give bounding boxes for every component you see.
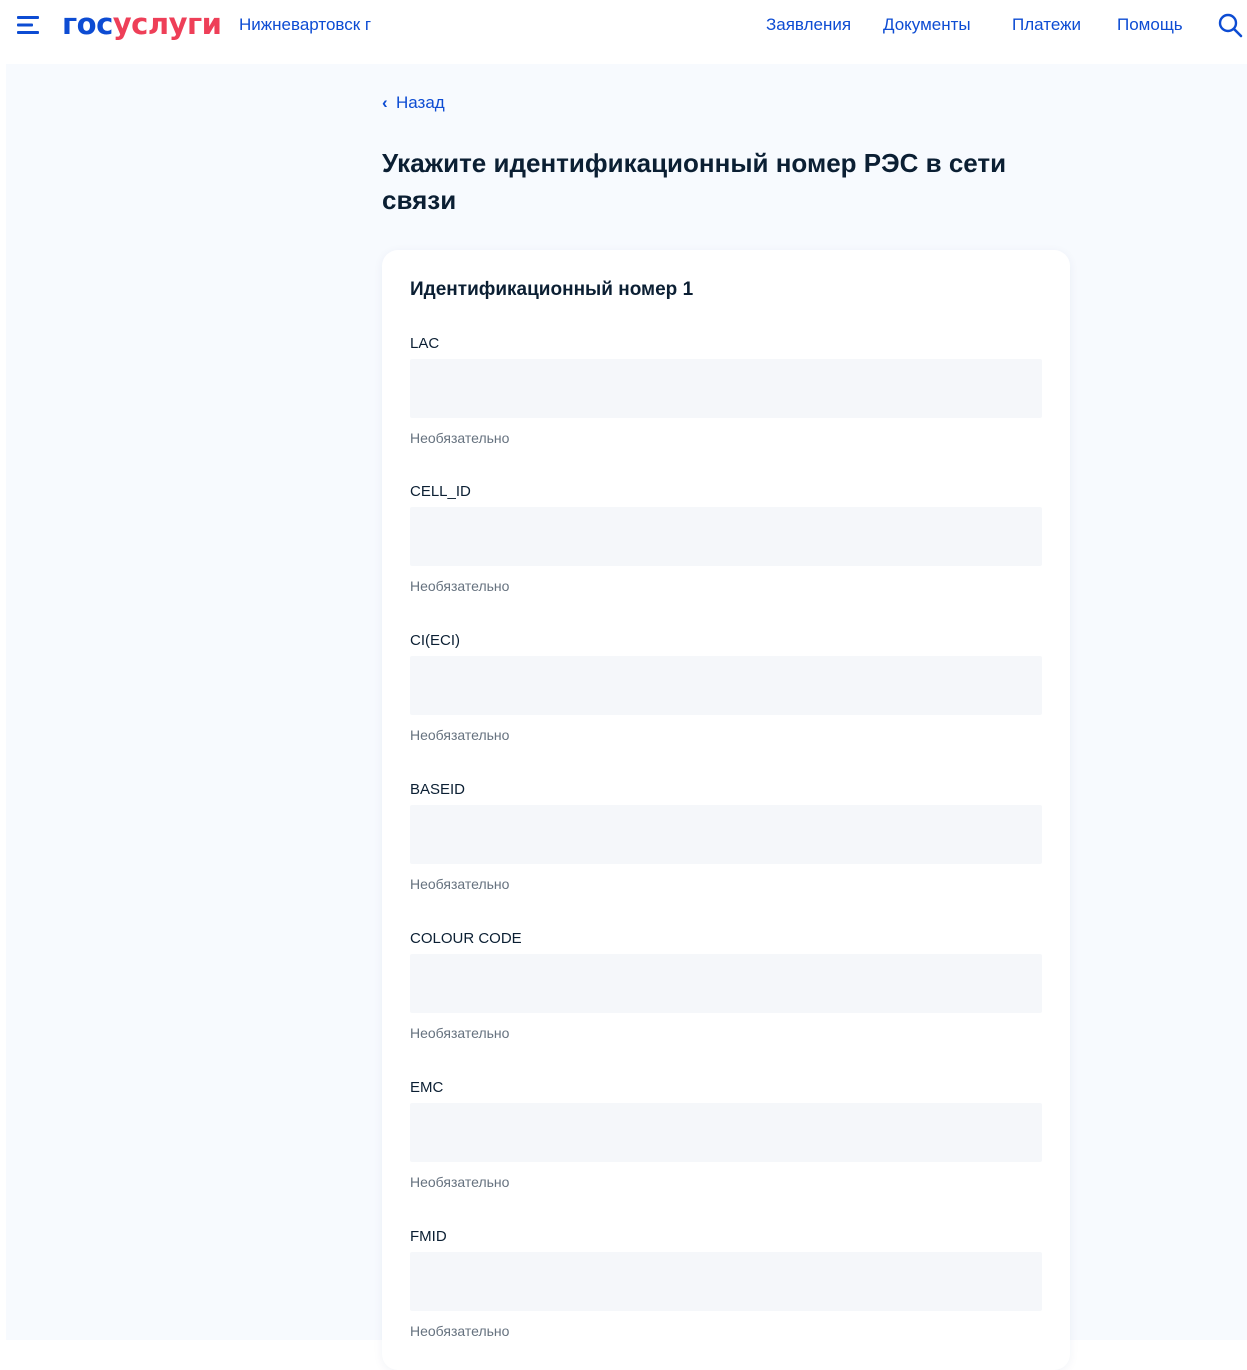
colour-code-input[interactable] — [410, 954, 1042, 1013]
field-hint: Необязательно — [410, 578, 510, 594]
field-hint: Необязательно — [410, 1323, 510, 1339]
field-label: BASEID — [410, 781, 466, 798]
nav-payments[interactable]: Платежи — [1012, 14, 1081, 36]
logo-part-gos: гос — [62, 7, 113, 41]
field-label: COLOUR CODE — [410, 930, 522, 947]
logo-part-uslugi: услуги — [112, 7, 222, 41]
nav-help[interactable]: Помощь — [1117, 14, 1183, 36]
field-label: CELL_ID — [410, 483, 471, 500]
field-hint: Необязательно — [410, 430, 510, 446]
field-hint: Необязательно — [410, 876, 510, 892]
baseid-input[interactable] — [410, 805, 1042, 864]
page-title: Укажите идентификационный номер РЭС в се… — [382, 148, 1007, 215]
menu-icon[interactable] — [17, 14, 41, 36]
gosuslugi-logo[interactable]: госуслуги — [62, 6, 222, 42]
city-selector[interactable]: Нижневартовск г — [239, 14, 371, 36]
field-label: EMC — [410, 1079, 444, 1096]
field-label: LAC — [410, 335, 440, 352]
field-hint: Необязательно — [410, 1174, 510, 1190]
chevron-left-icon: ‹ — [382, 93, 388, 112]
field-hint: Необязательно — [410, 1025, 510, 1041]
cell-id-input[interactable] — [410, 507, 1042, 566]
ci-eci-input[interactable] — [410, 656, 1042, 715]
back-link[interactable]: ‹ Назад — [382, 92, 445, 114]
lac-input[interactable] — [410, 359, 1042, 418]
card-title: Идентификационный номер 1 — [410, 279, 694, 300]
nav-applications[interactable]: Заявления — [766, 14, 851, 36]
nav-documents[interactable]: Документы — [883, 14, 971, 36]
field-hint: Необязательно — [410, 727, 510, 743]
emc-input[interactable] — [410, 1103, 1042, 1162]
top-header: госуслуги Нижневартовск г Заявления Доку… — [0, 0, 1247, 50]
fmid-input[interactable] — [410, 1252, 1042, 1311]
field-label: CI(ECI) — [410, 632, 460, 649]
identifier-card: Идентификационный номер 1 LAC Необязател… — [382, 250, 1070, 1370]
back-link-label: Назад — [396, 93, 445, 112]
search-icon[interactable] — [1217, 12, 1243, 38]
field-label: FMID — [410, 1228, 447, 1245]
